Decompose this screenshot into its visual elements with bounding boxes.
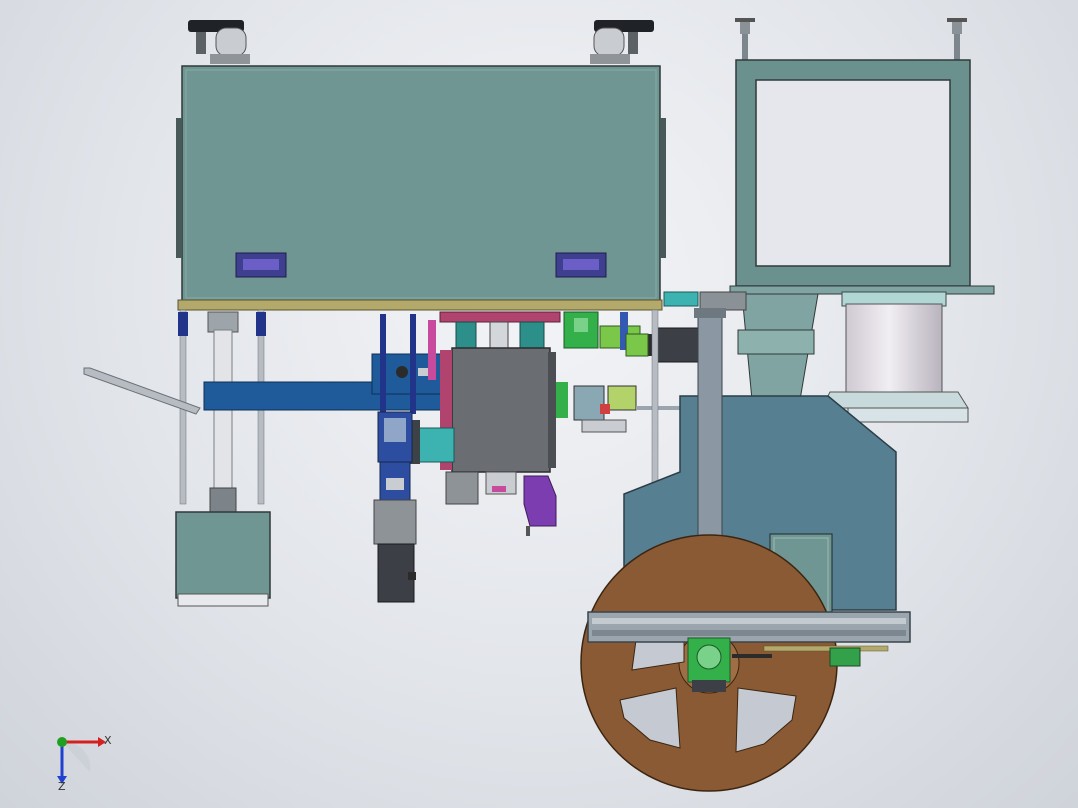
lower-left-block — [175, 511, 271, 607]
right-frame — [729, 18, 995, 295]
orientation-triad: X Z — [57, 734, 112, 793]
purple-bracket — [523, 475, 557, 536]
motor-stack — [373, 411, 417, 603]
leveling-foot-left — [188, 20, 250, 64]
cylinder-drum — [821, 291, 969, 423]
triad-x-label: X — [104, 734, 112, 747]
cad-viewport[interactable]: X Z — [0, 0, 1078, 808]
triad-y-axis — [57, 737, 67, 747]
triad-z-label: Z — [58, 780, 66, 793]
hopper-chute — [737, 293, 819, 401]
leveling-foot-right — [590, 20, 654, 64]
small-mechanisms-right — [556, 382, 686, 433]
main-housing — [176, 65, 666, 311]
